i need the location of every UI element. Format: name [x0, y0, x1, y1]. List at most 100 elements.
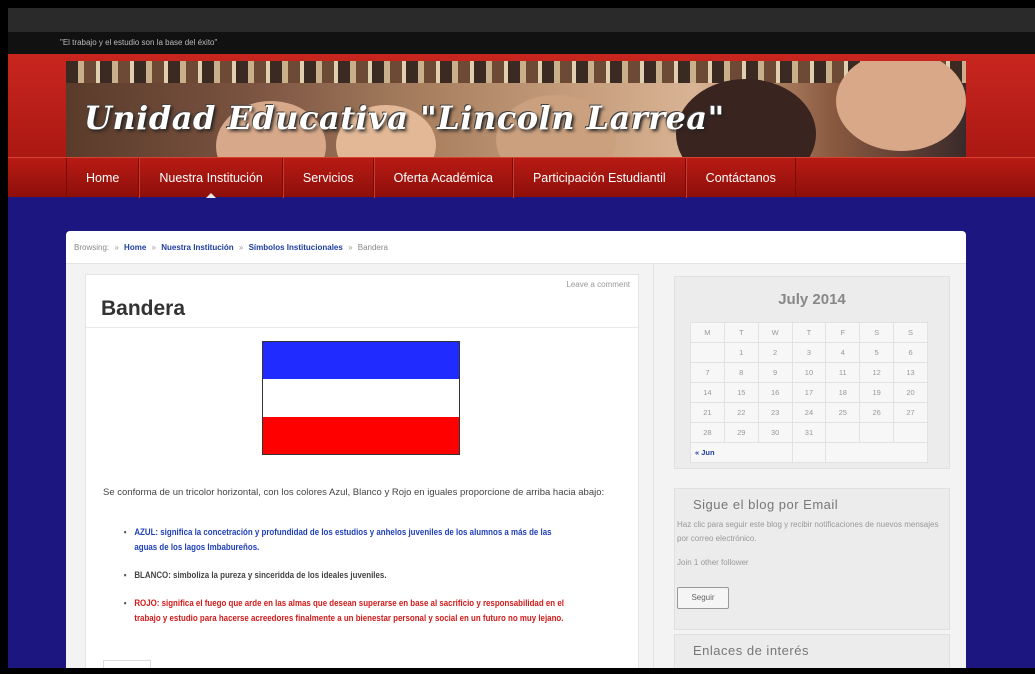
main-navigation: Home Nuestra Institución Servicios Oferta A…	[8, 157, 1035, 198]
flag-stripe-red	[263, 416, 459, 454]
header-banner-image[interactable]: Unidad Educativa "Lincoln Larrea"	[66, 61, 966, 157]
calendar-week-row: 21 22 23 24 25 26 27	[690, 402, 928, 423]
calendar-day: 14	[690, 382, 725, 403]
site-tagline: "El trabajo y el estudio son la base del…	[8, 32, 1035, 54]
calendar-weekday: T	[723, 322, 759, 343]
flag-stripe-blue	[263, 342, 459, 380]
bullet-azul: AZUL: significa la concetración y profun…	[122, 525, 566, 555]
nav-item-4[interactable]: Participación Estudiantil	[512, 158, 686, 198]
leave-comment-link[interactable]: Leave a comment	[566, 280, 630, 289]
calendar-day: 16	[757, 382, 793, 403]
calendar-day: 26	[859, 402, 895, 423]
browser-page: "El trabajo y el estudio son la base del…	[8, 8, 1035, 668]
calendar-prev-month-link[interactable]: « Jun	[690, 442, 793, 463]
calendar-day: 3	[791, 342, 827, 363]
calendar-day: 22	[723, 402, 759, 423]
breadcrumb-separator: »	[348, 243, 353, 252]
calendar-nav-spacer	[791, 442, 827, 463]
flag-stripe-white	[263, 379, 459, 417]
calendar-week-row: 7 8 9 10 11 12 13	[690, 362, 928, 383]
links-widget-title: Enlaces de interés	[693, 643, 809, 658]
site-title[interactable]: Unidad Educativa "Lincoln Larrea"	[84, 99, 725, 137]
calendar-weekday: T	[791, 322, 827, 343]
calendar-day: 20	[893, 382, 928, 403]
flag-image	[262, 341, 460, 455]
admin-bar	[8, 8, 1035, 32]
nav-item-3[interactable]: Oferta Académica	[373, 158, 513, 198]
site-header: Unidad Educativa "Lincoln Larrea"	[8, 54, 1035, 170]
nav-menu: Home Nuestra Institución Servicios Oferta A…	[66, 158, 1035, 198]
breadcrumb-separator: »	[238, 243, 244, 252]
calendar-day: 27	[893, 402, 928, 423]
email-widget-description: Haz clic para seguir este blog y recibir…	[677, 520, 939, 543]
calendar-weekday: S	[893, 322, 928, 343]
breadcrumb-institucion-link[interactable]: Nuestra Institución	[161, 243, 233, 252]
calendar-day: 31	[791, 422, 827, 443]
calendar-day: 25	[825, 402, 861, 423]
calendar-day: 9	[757, 362, 793, 383]
share-button[interactable]	[103, 660, 151, 668]
main-column: Leave a comment Bandera Se conforma de u…	[66, 264, 654, 668]
calendar-weekday: W	[757, 322, 793, 343]
calendar-next-month-cell	[825, 442, 928, 463]
student-photo-5	[836, 61, 966, 151]
calendar-title: July 2014	[778, 291, 846, 308]
calendar-day: 21	[690, 402, 725, 423]
follower-count: Join 1 other follower	[677, 558, 749, 567]
calendar-day: 5	[859, 342, 895, 363]
calendar-day: 13	[893, 362, 928, 383]
calendar-day	[893, 422, 928, 443]
nav-item-2[interactable]: Servicios	[282, 158, 374, 198]
breadcrumb-separator: »	[114, 243, 119, 252]
calendar-weekday: S	[859, 322, 895, 343]
calendar-day	[690, 342, 725, 363]
breadcrumb-current: Bandera	[357, 243, 388, 252]
calendar-day: 29	[723, 422, 759, 443]
breadcrumb: Browsing: » Home » Nuestra Institución »…	[66, 231, 966, 264]
calendar-day: 6	[893, 342, 928, 363]
calendar-day: 18	[825, 382, 861, 403]
calendar-day: 7	[690, 362, 725, 383]
breadcrumb-home-link[interactable]: Home	[124, 243, 146, 252]
content-area: Browsing: » Home » Nuestra Institución »…	[66, 231, 966, 668]
calendar-day: 28	[690, 422, 725, 443]
calendar-day: 15	[723, 382, 759, 403]
calendar-day: 17	[791, 382, 827, 403]
title-divider	[86, 327, 638, 328]
breadcrumb-separator: »	[151, 243, 156, 252]
calendar-day: 10	[791, 362, 827, 383]
article: Leave a comment Bandera Se conforma de u…	[85, 274, 639, 668]
email-subscribe-widget: Sigue el blog por Email Haz clic para se…	[674, 488, 950, 630]
bullet-rojo: ROJO: significa el fuego que arde en las…	[122, 596, 566, 626]
calendar-weekday: F	[825, 322, 861, 343]
nav-item-1[interactable]: Nuestra Institución	[139, 158, 283, 198]
nav-item-0[interactable]: Home	[66, 158, 140, 198]
calendar-day: 19	[859, 382, 895, 403]
calendar-week-row: 14 15 16 17 18 19 20	[690, 382, 928, 403]
calendar-week-row: 28 29 30 31	[690, 422, 928, 443]
calendar-day: 2	[757, 342, 793, 363]
calendar-day: 1	[723, 342, 759, 363]
calendar-day: 8	[723, 362, 759, 383]
sidebar: July 2014 MTWTFSS 1 2 3 4 5 6 7 8 9 10 11 12 13 14 15 1…	[654, 264, 966, 668]
calendar-day: 4	[825, 342, 861, 363]
email-widget-title: Sigue el blog por Email	[693, 497, 839, 512]
calendar-day: 24	[791, 402, 827, 423]
calendar-day: 30	[757, 422, 793, 443]
calendar-day: 12	[859, 362, 895, 383]
breadcrumb-simbolos-link[interactable]: Símbolos Institucionales	[249, 243, 343, 252]
calendar-header-row: MTWTFSS	[690, 322, 928, 343]
follow-button[interactable]: Seguir	[677, 587, 729, 609]
calendar-week-row: 123456	[690, 342, 928, 363]
breadcrumb-prefix: Browsing:	[74, 243, 110, 252]
calendar-day: 23	[757, 402, 793, 423]
links-widget: Enlaces de interés	[674, 634, 950, 668]
calendar-day	[825, 422, 861, 443]
calendar-weekday: M	[690, 322, 725, 343]
nav-item-5[interactable]: Contáctanos	[685, 158, 796, 198]
bookshelf-graphic	[66, 61, 966, 83]
article-title[interactable]: Bandera	[101, 297, 185, 321]
calendar-day	[859, 422, 895, 443]
calendar-table: MTWTFSS 1 2 3 4 5 6 7 8 9 10 11 12 13 14 15 16 17 18 19 20 2…	[690, 322, 928, 463]
calendar-nav-row: « Jun	[690, 442, 928, 463]
